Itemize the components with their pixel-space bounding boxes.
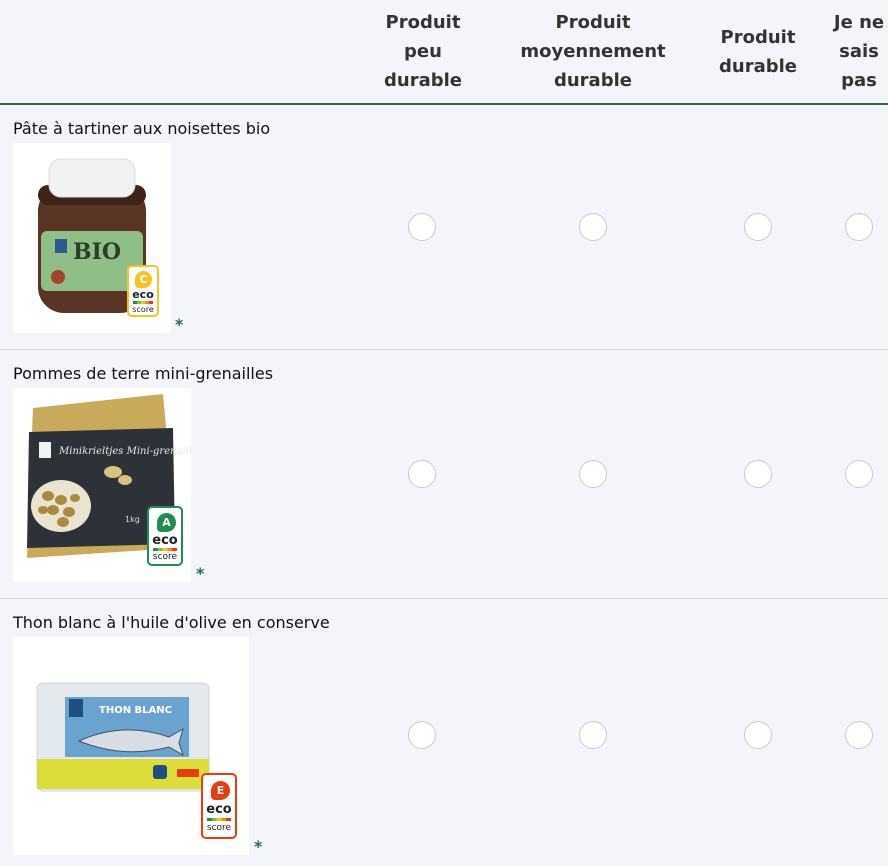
ecoscore-eco-label: eco	[152, 533, 178, 548]
column-header-moyennement-durable: Produit moyennement durable	[520, 12, 666, 91]
column-header-durable: Produit durable	[719, 26, 797, 77]
ecoscore-score-label: score	[152, 552, 178, 562]
radio-durable[interactable]	[744, 721, 772, 749]
ecoscore-score-label: score	[206, 823, 232, 833]
table-header: Produit peu durable Produit moyennement …	[0, 0, 888, 105]
can-product-text: THON BLANC	[99, 705, 172, 716]
table-row: Thon blanc à l'huile d'olive en conserve…	[0, 599, 888, 866]
required-asterisk: *	[196, 564, 205, 583]
ecoscore-score-label: score	[132, 305, 154, 314]
radio-je-ne-sais-pas[interactable]	[845, 460, 873, 488]
ecoscore-eco-label: eco	[132, 288, 154, 301]
ecoscore-grade: E	[211, 781, 230, 800]
required-asterisk: *	[175, 315, 184, 334]
radio-moyennement-durable[interactable]	[579, 460, 607, 488]
radio-je-ne-sais-pas[interactable]	[845, 213, 873, 241]
radio-durable[interactable]	[744, 213, 772, 241]
product-image-tuna: THON BLANC E eco score	[13, 637, 249, 855]
ecoscore-color-bar	[207, 818, 231, 821]
radio-je-ne-sais-pas[interactable]	[845, 721, 873, 749]
ecoscore-badge: C eco score	[127, 265, 159, 317]
radio-moyennement-durable[interactable]	[579, 213, 607, 241]
product-image-potatoes: Minikrieltjes Mini-grenailles 1kg A eco …	[13, 388, 191, 582]
ecoscore-eco-label: eco	[206, 802, 232, 817]
ecoscore-color-bar	[133, 301, 153, 304]
bag-product-text: Minikrieltjes Mini-grenailles	[58, 446, 191, 457]
jar-brand-text: BIO	[73, 239, 121, 265]
ecoscore-badge: A eco score	[147, 506, 183, 566]
ecoscore-color-bar	[153, 548, 177, 551]
radio-durable[interactable]	[744, 460, 772, 488]
radio-peu-durable[interactable]	[408, 213, 436, 241]
ecoscore-badge: E eco score	[201, 773, 237, 839]
bag-weight-text: 1kg	[125, 515, 140, 524]
product-label: Thon blanc à l'huile d'olive en conserve	[13, 613, 330, 632]
radio-moyennement-durable[interactable]	[579, 721, 607, 749]
radio-peu-durable[interactable]	[408, 721, 436, 749]
required-asterisk: *	[254, 837, 263, 856]
table-row: Pommes de terre mini-grenailles Minikrie…	[0, 350, 888, 599]
table-row: Pâte à tartiner aux noisettes bio BIO C …	[0, 105, 888, 350]
radio-peu-durable[interactable]	[408, 460, 436, 488]
product-label: Pommes de terre mini-grenailles	[13, 364, 274, 383]
ecoscore-grade: A	[157, 513, 176, 532]
column-header-peu-durable: Produit peu durable	[384, 12, 462, 91]
product-image-hazelnut-spread: BIO C eco score	[13, 143, 171, 333]
product-label: Pâte à tartiner aux noisettes bio	[13, 119, 271, 138]
ecoscore-grade: C	[135, 271, 152, 288]
column-header-je-ne-sais-pas: Je ne sais pas	[833, 12, 885, 91]
